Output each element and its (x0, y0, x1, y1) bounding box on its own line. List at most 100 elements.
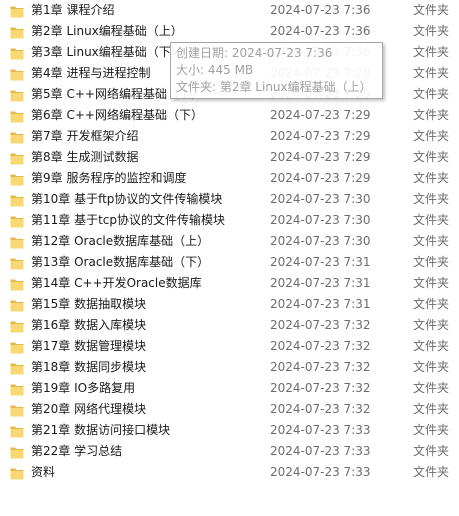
file-modified-date: 2024-07-23 7:29 (270, 129, 371, 143)
file-type: 文件夹 (413, 87, 450, 101)
file-name: 第19章 IO多路复用 (31, 381, 136, 395)
folder-icon (10, 466, 24, 480)
file-type: 文件夹 (413, 3, 450, 17)
file-row[interactable]: 第9章 服务程序的监控和调度 2024-07-23 7:29 文件夹 (0, 168, 459, 189)
file-modified-date: 2024-07-23 7:30 (270, 192, 371, 206)
folder-icon (10, 445, 24, 459)
folder-icon (10, 361, 24, 375)
tooltip-created: 创建日期: 2024-07-23 7:36 (176, 46, 333, 60)
file-name: 第10章 基于ftp协议的文件传输模块 (31, 192, 223, 206)
file-row[interactable]: 第13章 Oracle数据库基础（下） 2024-07-23 7:31 文件夹 (0, 252, 459, 273)
file-type: 文件夹 (413, 45, 450, 59)
file-row[interactable]: 第18章 数据同步模块 2024-07-23 7:32 文件夹 (0, 357, 459, 378)
folder-icon (10, 319, 24, 333)
file-row[interactable]: 第8章 生成测试数据 2024-07-23 7:29 文件夹 (0, 147, 459, 168)
file-modified-date: 2024-07-23 7:32 (270, 360, 371, 374)
file-row[interactable]: 第20章 网络代理模块 2024-07-23 7:32 文件夹 (0, 399, 459, 420)
file-row[interactable]: 第1章 课程介绍 2024-07-23 7:36 文件夹 (0, 0, 459, 21)
file-type: 文件夹 (413, 213, 450, 227)
folder-icon (10, 403, 24, 417)
file-type: 文件夹 (413, 339, 450, 353)
file-name: 第8章 生成测试数据 (31, 150, 139, 164)
folder-icon (10, 193, 24, 207)
file-modified-date: 2024-07-23 7:32 (270, 318, 371, 332)
file-row[interactable]: 第17章 数据管理模块 2024-07-23 7:32 文件夹 (0, 336, 459, 357)
file-name: 第16章 数据入库模块 (31, 318, 147, 332)
file-type: 文件夹 (413, 465, 450, 479)
folder-icon (10, 298, 24, 312)
file-name: 第14章 C++开发Oracle数据库 (31, 276, 202, 290)
file-row[interactable]: 第14章 C++开发Oracle数据库 2024-07-23 7:31 文件夹 (0, 273, 459, 294)
file-row[interactable]: 第22章 学习总结 2024-07-23 7:33 文件夹 (0, 441, 459, 462)
file-modified-date: 2024-07-23 7:33 (270, 465, 371, 479)
file-name: 资料 (31, 465, 56, 479)
file-modified-date: 2024-07-23 7:29 (270, 150, 371, 164)
file-name: 第12章 Oracle数据库基础（上） (31, 234, 210, 248)
folder-icon (10, 214, 24, 228)
file-row[interactable]: 第7章 开发框架介绍 2024-07-23 7:29 文件夹 (0, 126, 459, 147)
folder-icon (10, 172, 24, 186)
folder-icon (10, 46, 24, 60)
file-modified-date: 2024-07-23 7:32 (270, 339, 371, 353)
file-modified-date: 2024-07-23 7:32 (270, 402, 371, 416)
file-modified-date: 2024-07-23 7:36 (270, 24, 371, 38)
file-type: 文件夹 (413, 234, 450, 248)
file-modified-date: 2024-07-23 7:36 (270, 3, 371, 17)
file-type: 文件夹 (413, 255, 450, 269)
file-name: 第7章 开发框架介绍 (31, 129, 139, 143)
file-name: 第21章 数据访问接口模块 (31, 423, 171, 437)
file-row[interactable]: 第11章 基于tcp协议的文件传输模块 2024-07-23 7:30 文件夹 (0, 210, 459, 231)
file-row[interactable]: 第19章 IO多路复用 2024-07-23 7:32 文件夹 (0, 378, 459, 399)
file-type: 文件夹 (413, 360, 450, 374)
file-type: 文件夹 (413, 444, 450, 458)
file-type: 文件夹 (413, 66, 450, 80)
folder-tooltip: 创建日期: 2024-07-23 7:36 大小: 445 MB 文件夹: 第2… (170, 42, 383, 99)
file-row[interactable]: 资料 2024-07-23 7:33 文件夹 (0, 462, 459, 483)
file-row[interactable]: 第2章 Linux编程基础（上） 2024-07-23 7:36 文件夹 (0, 21, 459, 42)
file-type: 文件夹 (413, 129, 450, 143)
file-name: 第18章 数据同步模块 (31, 360, 147, 374)
file-modified-date: 2024-07-23 7:32 (270, 381, 371, 395)
file-row[interactable]: 第12章 Oracle数据库基础（上） 2024-07-23 7:30 文件夹 (0, 231, 459, 252)
file-type: 文件夹 (413, 108, 450, 122)
folder-icon (10, 424, 24, 438)
file-type: 文件夹 (413, 192, 450, 206)
file-row[interactable]: 第21章 数据访问接口模块 2024-07-23 7:33 文件夹 (0, 420, 459, 441)
file-name: 第22章 学习总结 (31, 444, 123, 458)
folder-icon (10, 340, 24, 354)
file-modified-date: 2024-07-23 7:33 (270, 423, 371, 437)
file-name: 第9章 服务程序的监控和调度 (31, 171, 187, 185)
file-name: 第6章 C++网络编程基础（下） (31, 108, 203, 122)
folder-icon (10, 4, 24, 18)
file-name: 第20章 网络代理模块 (31, 402, 147, 416)
file-name: 第1章 课程介绍 (31, 3, 115, 17)
file-type: 文件夹 (413, 276, 450, 290)
file-type: 文件夹 (413, 423, 450, 437)
file-type: 文件夹 (413, 150, 450, 164)
file-type: 文件夹 (413, 171, 450, 185)
file-modified-date: 2024-07-23 7:29 (270, 108, 371, 122)
file-type: 文件夹 (413, 318, 450, 332)
file-name: 第2章 Linux编程基础（上） (31, 24, 183, 38)
file-modified-date: 2024-07-23 7:33 (270, 444, 371, 458)
file-row[interactable]: 第6章 C++网络编程基础（下） 2024-07-23 7:29 文件夹 (0, 105, 459, 126)
tooltip-size: 大小: 445 MB (176, 63, 254, 77)
tooltip-folder: 文件夹: 第2章 Linux编程基础（上） (176, 80, 372, 94)
file-type: 文件夹 (413, 297, 450, 311)
file-modified-date: 2024-07-23 7:31 (270, 255, 371, 269)
folder-icon (10, 25, 24, 39)
file-row[interactable]: 第15章 数据抽取模块 2024-07-23 7:31 文件夹 (0, 294, 459, 315)
file-modified-date: 2024-07-23 7:30 (270, 234, 371, 248)
folder-icon (10, 277, 24, 291)
file-row[interactable]: 第16章 数据入库模块 2024-07-23 7:32 文件夹 (0, 315, 459, 336)
file-row[interactable]: 第10章 基于ftp协议的文件传输模块 2024-07-23 7:30 文件夹 (0, 189, 459, 210)
folder-icon (10, 151, 24, 165)
folder-icon (10, 256, 24, 270)
file-type: 文件夹 (413, 402, 450, 416)
file-name: 第11章 基于tcp协议的文件传输模块 (31, 213, 226, 227)
file-name: 第13章 Oracle数据库基础（下） (31, 255, 210, 269)
file-type: 文件夹 (413, 24, 450, 38)
folder-icon (10, 109, 24, 123)
file-name: 第15章 数据抽取模块 (31, 297, 147, 311)
file-type: 文件夹 (413, 381, 450, 395)
